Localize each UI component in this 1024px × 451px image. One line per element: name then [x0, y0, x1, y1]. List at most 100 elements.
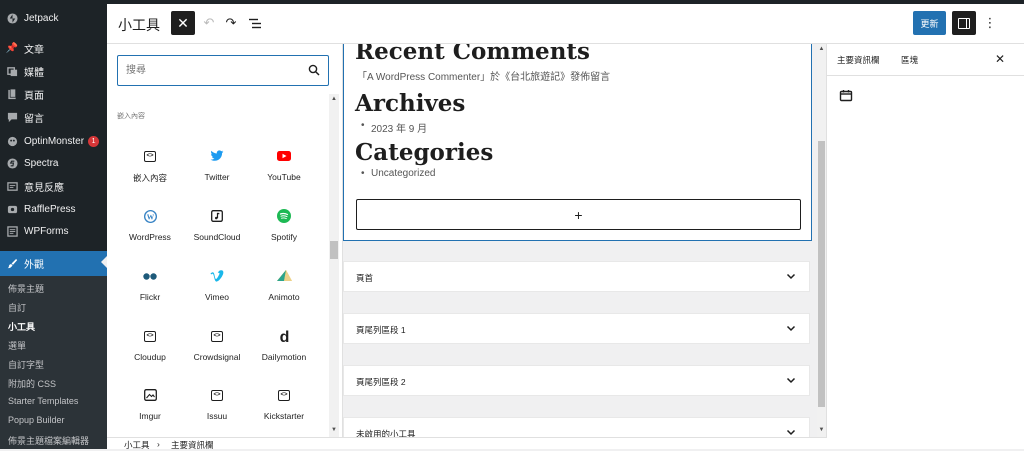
block-inserter-panel: 嵌入內容 <> 嵌入內容 Twitter YouTube W WordPress… — [107, 44, 343, 437]
update-button[interactable]: 更新 — [913, 11, 946, 35]
block-crowdsignal[interactable]: <> Crowdsignal — [184, 328, 250, 384]
comment-entry[interactable]: 「A WordPress Commenter」於《台北旅遊記》發佈留言 — [357, 68, 610, 83]
menu-item-appearance[interactable]: 外觀 — [0, 251, 107, 276]
widget-area-sidebar[interactable]: Recent Comments 「A WordPress Commenter」於… — [343, 44, 812, 241]
menu-item-media[interactable]: 媒體 — [0, 60, 107, 82]
breadcrumb-item[interactable]: 主要資訊欄 — [171, 439, 214, 451]
scrollbar-thumb[interactable] — [818, 141, 825, 407]
submenu-item-customize[interactable]: 自訂 — [8, 301, 26, 314]
twitter-icon — [210, 150, 224, 161]
close-settings-button[interactable]: ✕ — [993, 52, 1007, 66]
block-kickstarter[interactable]: <> Kickstarter — [251, 387, 317, 437]
submenu-item-additional-css[interactable]: 附加的 CSS — [8, 377, 56, 390]
menu-label: 意見反應 — [24, 182, 64, 194]
block-cloudup[interactable]: <> Cloudup — [117, 328, 183, 384]
close-icon: ✕ — [177, 14, 189, 31]
widget-area-footer-2[interactable]: 頁尾列區段 2 — [343, 365, 810, 396]
widget-area-footer-1[interactable]: 頁尾列區段 1 — [343, 313, 810, 344]
youtube-icon — [277, 151, 291, 161]
submenu-item-widgets[interactable]: 小工具 — [8, 320, 35, 333]
archive-item[interactable]: 2023 年 9 月 — [361, 120, 427, 135]
paintbrush-icon — [6, 258, 18, 270]
tab-widget-area[interactable]: 主要資訊欄 — [837, 54, 880, 66]
menu-item-posts[interactable]: 📌 文章 — [0, 37, 107, 59]
block-label: Animoto — [268, 292, 300, 302]
menu-item-comments[interactable]: 留言 — [0, 106, 107, 128]
widget-area-label: 頁尾列區段 1 — [356, 325, 406, 335]
search-input[interactable] — [126, 62, 296, 79]
submenu-item-popup-builder[interactable]: Popup Builder — [8, 415, 65, 425]
menu-item-jetpack[interactable]: Jetpack — [0, 7, 107, 29]
block-twitter[interactable]: Twitter — [184, 148, 250, 204]
scroll-up-arrow-icon[interactable]: ▲ — [817, 46, 826, 52]
undo-icon: ↶ — [203, 15, 215, 30]
widget-area-label: 頁尾列區段 2 — [356, 377, 406, 387]
imgur-icon — [143, 389, 157, 401]
block-animoto[interactable]: Animoto — [251, 268, 317, 324]
scroll-down-arrow-icon[interactable]: ▼ — [817, 427, 826, 433]
issuu-icon: <> — [211, 389, 223, 401]
category-heading: 嵌入內容 — [117, 113, 145, 120]
block-embed[interactable]: <> 嵌入內容 — [117, 148, 183, 204]
canvas-scrollbar[interactable]: ▲ ▼ — [817, 44, 826, 437]
block-imgur[interactable]: Imgur — [117, 387, 183, 437]
vimeo-icon — [210, 270, 224, 282]
svg-text:W: W — [146, 212, 154, 221]
options-menu-button[interactable]: ⋮ — [981, 12, 999, 34]
submenu-item-custom-fonts[interactable]: 自訂字型 — [8, 358, 44, 371]
widget-area-header[interactable]: 頁首 — [343, 261, 810, 292]
menu-item-rafflepress[interactable]: RafflePress — [0, 198, 107, 220]
wpforms-icon — [6, 225, 18, 237]
scroll-down-arrow-icon[interactable]: ▼ — [329, 427, 339, 433]
category-item[interactable]: Uncategorized — [361, 168, 436, 179]
inserter-scrollbar[interactable]: ▲ ▼ — [329, 94, 339, 437]
appearance-submenu: 佈景主題 自訂 小工具 選單 自訂字型 附加的 CSS Starter Temp… — [0, 276, 107, 449]
settings-toggle-button[interactable] — [952, 11, 976, 35]
menu-item-optinmonster[interactable]: OptinMonster 1 — [0, 130, 107, 152]
submenu-item-menus[interactable]: 選單 — [8, 339, 26, 352]
flickr-icon — [143, 272, 157, 280]
widget-area-icon — [839, 90, 853, 102]
block-soundcloud[interactable]: SoundCloud — [184, 208, 250, 264]
redo-button[interactable]: ↷ — [220, 12, 242, 34]
menu-label: 外觀 — [24, 260, 44, 271]
block-issuu[interactable]: <> Issuu — [184, 387, 250, 437]
block-wordpress[interactable]: W WordPress — [117, 208, 183, 264]
chevron-down-icon — [786, 325, 796, 332]
editor-header: 小工具 ✕ ↶ ↷ 更新 ⋮ — [107, 4, 1024, 44]
optinmonster-icon — [6, 135, 18, 147]
scroll-up-arrow-icon[interactable]: ▲ — [329, 96, 339, 102]
rafflepress-icon — [6, 203, 18, 215]
close-inserter-button[interactable]: ✕ — [171, 11, 195, 35]
menu-item-feedback[interactable]: 意見反應 — [0, 175, 107, 197]
tab-block[interactable]: 區塊 — [901, 54, 918, 66]
menu-item-pages[interactable]: 頁面 — [0, 83, 107, 105]
animoto-icon — [276, 270, 292, 281]
block-youtube[interactable]: YouTube — [251, 148, 317, 204]
block-dailymotion[interactable]: d Dailymotion — [251, 328, 317, 384]
search-box[interactable] — [117, 55, 329, 86]
comment-icon — [6, 111, 18, 123]
widget-area-inactive[interactable]: 未啟用的小工具 — [343, 417, 810, 437]
notification-badge: 1 — [88, 135, 100, 147]
wordpress-icon: W — [143, 209, 157, 223]
undo-button[interactable]: ↶ — [198, 12, 220, 34]
spectra-icon — [6, 157, 18, 169]
submenu-item-starter-templates[interactable]: Starter Templates — [8, 396, 78, 406]
breadcrumb-item[interactable]: 小工具 — [124, 439, 150, 451]
list-view-button[interactable] — [244, 12, 266, 34]
redo-icon: ↷ — [225, 15, 237, 30]
block-vimeo[interactable]: Vimeo — [184, 268, 250, 324]
menu-label: Spectra — [24, 157, 59, 169]
block-label: Dailymotion — [261, 352, 307, 362]
menu-label: 文章 — [24, 44, 44, 56]
block-spotify[interactable]: Spotify — [251, 208, 317, 264]
scrollbar-thumb[interactable] — [330, 241, 338, 259]
tab-divider — [827, 75, 1024, 76]
add-block-button[interactable]: + — [356, 199, 801, 230]
block-flickr[interactable]: Flickr — [117, 268, 183, 324]
menu-item-spectra[interactable]: Spectra — [0, 152, 107, 174]
menu-item-wpforms[interactable]: WPForms — [0, 220, 107, 242]
submenu-item-themes[interactable]: 佈景主題 — [8, 282, 44, 295]
submenu-item-theme-file-editor[interactable]: 佈景主題檔案編輯器 — [8, 434, 89, 447]
